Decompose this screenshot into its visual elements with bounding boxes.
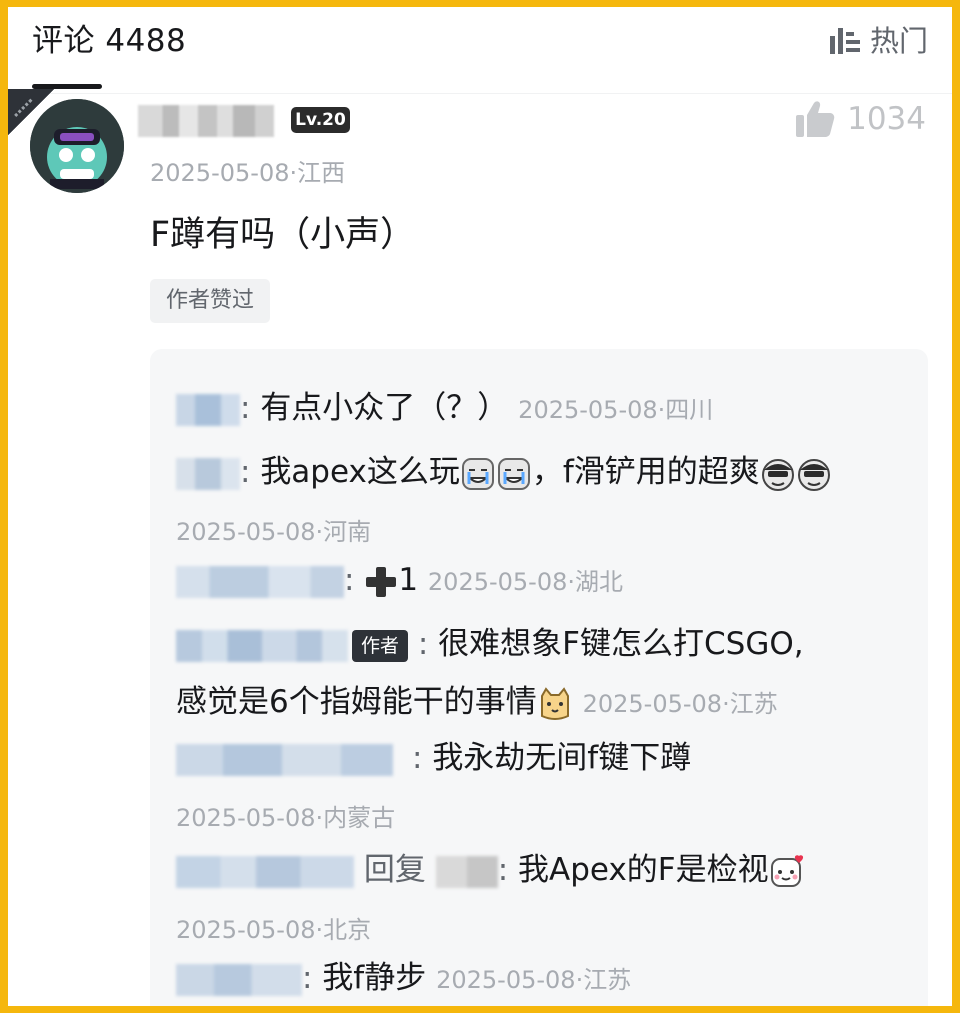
reply-username-blurred[interactable] — [176, 457, 240, 490]
sort-icon — [829, 28, 860, 54]
reply-text: 我永劫无间f键下蹲 — [432, 740, 692, 776]
reply-username-blurred[interactable] — [176, 743, 412, 776]
comment-content: F蹲有吗（小声） — [150, 215, 416, 255]
reply-time: 2025-05-08·内蒙古 — [176, 804, 396, 832]
like-button[interactable]: 1034 — [795, 99, 926, 139]
reply-time: 2025-05-08·江苏 — [582, 690, 778, 718]
reply-time: 2025-05-08·四川 — [518, 396, 714, 424]
reply-time: 2025-05-08·湖北 — [427, 568, 624, 596]
reply-text: 很难想象F键怎么打CSGO, — [438, 626, 804, 662]
reply-text: 有点小众了（？） — [260, 390, 509, 426]
comment-meta: 2025-05-08·江西 — [150, 159, 346, 187]
reply-text: ，f滑铲用的超爽 — [531, 454, 760, 490]
reply-username-blurred[interactable] — [176, 565, 344, 598]
reply-text: 我f静步 — [322, 960, 427, 996]
reply-username-blurred[interactable] — [176, 855, 354, 888]
comment-panel: 评论 4488 热门 Lv.20 1034 2025-05-08·江西 F蹲有吗… — [8, 7, 952, 1006]
reply-target-username-blurred[interactable] — [435, 855, 498, 888]
level-badge: Lv.20 — [291, 107, 350, 133]
reply-time: 2025-05-08·河南 — [176, 518, 372, 546]
reply-text: 1 — [398, 562, 419, 598]
comment-count-title: 评论 4488 — [32, 23, 187, 59]
reply-time: 2025-05-08·北京 — [176, 916, 372, 944]
sort-label: 热门 — [869, 24, 928, 58]
reply-text: 我apex这么玩 — [260, 454, 460, 490]
thumbs-up-icon — [796, 101, 835, 137]
blushing-heart-emoji-icon — [770, 854, 803, 887]
reply-username-blurred[interactable] — [176, 963, 302, 996]
reply-item[interactable]: : 我apex这么玩 ，f滑铲用的超爽 2025-05-08·河南 — [176, 443, 832, 561]
reply-time: 2025-05-08·江苏 — [436, 966, 632, 994]
avatar[interactable] — [30, 99, 124, 193]
tearful-laugh-emoji-icon — [497, 457, 530, 490]
avatar-image — [30, 99, 124, 193]
reply-username-blurred[interactable] — [176, 629, 348, 662]
sort-hot-button[interactable]: 热门 — [828, 21, 928, 61]
plus-icon — [366, 566, 397, 597]
tearful-laugh-emoji-icon — [461, 457, 494, 490]
reply-to-label: 回复 — [363, 852, 426, 888]
reply-item[interactable]: : 1 2025-05-08·湖北 — [176, 551, 623, 611]
reply-username-blurred[interactable] — [176, 393, 240, 426]
like-count: 1034 — [847, 101, 926, 137]
header-divider — [8, 93, 952, 94]
reply-text: 我Apex的F是检视 — [518, 852, 769, 888]
reply-item[interactable]: 回复 : 我Apex的F是检视 2025-05-08·北京 — [176, 841, 805, 959]
author-tag: 作者 — [352, 629, 409, 662]
reply-item[interactable]: : 我f静步 2025-05-08·江苏 — [176, 949, 631, 1006]
reply-item[interactable]: : 我永劫无间f键下蹲 2025-05-08·内蒙古 — [176, 729, 691, 847]
cat-face-emoji-icon — [540, 686, 569, 720]
cool-dude-emoji-icon — [761, 458, 794, 491]
author-liked-badge: 作者赞过 — [150, 279, 271, 323]
username-blurred[interactable] — [138, 105, 274, 137]
reply-item[interactable]: 作者 : 很难想象F键怎么打CSGO, 感觉是6个指姆能干的事情 2025-05… — [176, 615, 804, 733]
comment-header: 评论 4488 热门 — [8, 7, 952, 79]
reply-list: : 有点小众了（？） 2025-05-08·四川 : 我apex这么玩 ，f滑铲用… — [150, 349, 928, 1006]
reply-text: 感觉是6个指姆能干的事情 — [176, 684, 537, 720]
reply-item[interactable]: : 有点小众了（？） 2025-05-08·四川 — [176, 379, 713, 439]
cool-dude-emoji-icon — [797, 458, 830, 491]
